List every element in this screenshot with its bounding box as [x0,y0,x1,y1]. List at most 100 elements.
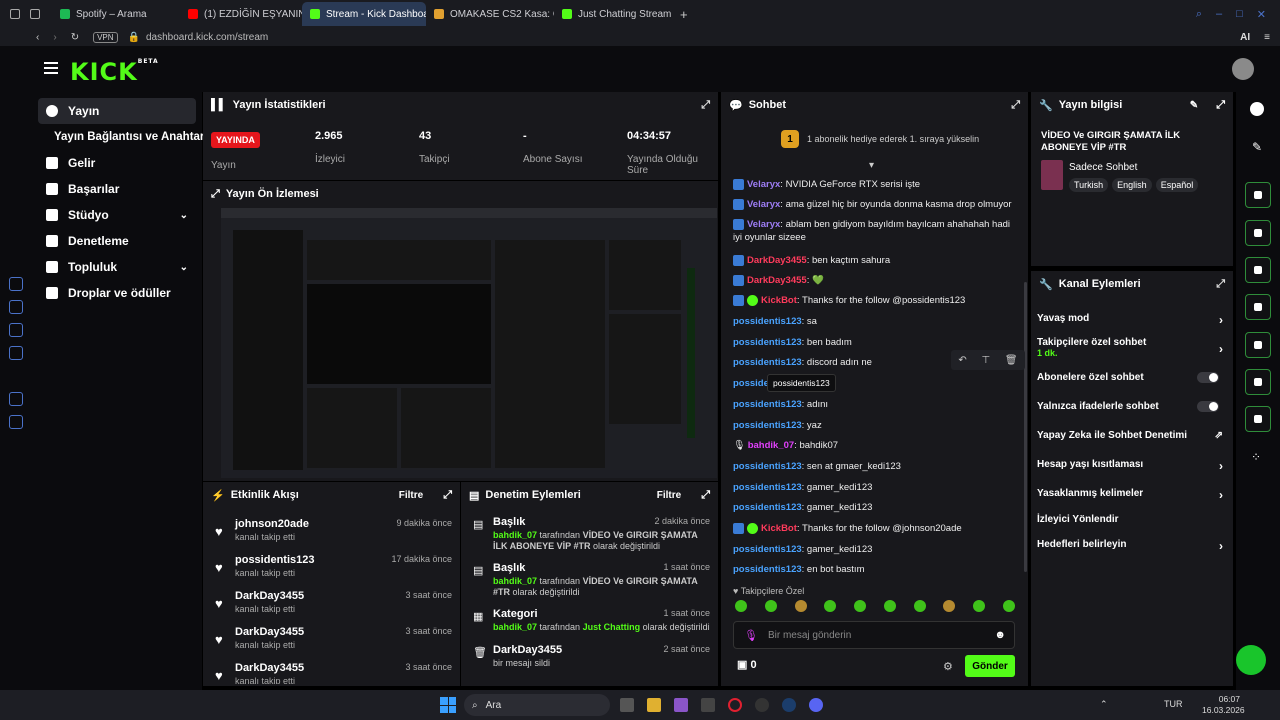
chat-message[interactable]: KickBot: Thanks for the follow @johnson2… [733,522,1013,535]
rail-icon[interactable] [9,415,23,429]
discord-icon[interactable] [809,698,823,712]
chat-scrollbar[interactable] [1024,282,1027,572]
chat-input[interactable]: 🎙 Bir mesaj gönderin ☻ [733,621,1015,649]
list-tool-icon[interactable] [1245,369,1271,395]
rail-icon[interactable] [9,323,23,337]
emote-icon[interactable] [854,600,867,612]
chat-username[interactable]: Velaryx [747,219,780,230]
chat-message[interactable]: possidentis123: sa [733,315,1013,328]
app-icon[interactable] [674,698,688,712]
chat-username[interactable]: Velaryx [747,199,780,210]
hamburger-icon[interactable] [44,62,58,74]
search-icon[interactable]: ⌕ [1196,8,1202,21]
chat-username[interactable]: bahdik_07 [748,440,794,451]
workspace-icon[interactable] [10,9,20,19]
chat-message[interactable]: Velaryx: ablam ben gidiyom bayıldım bayı… [733,218,1013,244]
chat-tool-icon[interactable] [1245,294,1271,320]
windows-start-icon[interactable] [440,697,456,713]
menu-icon[interactable]: ≡ [1264,32,1270,43]
apps-icon[interactable]: ⁘ [1251,450,1261,464]
action-goals[interactable]: Hedefleri belirleyin › [1037,539,1223,553]
expand-icon[interactable]: ⤢ [1216,99,1225,112]
filter-button[interactable]: Filtre [399,490,423,501]
rail-icon[interactable] [9,346,23,360]
chat-username[interactable]: possidentis123 [733,399,802,410]
chat-message[interactable]: 🎙 bahdik_07: bahdik07 [733,439,1013,452]
filter-button[interactable]: Filtre [657,490,681,501]
taskview-icon[interactable] [620,698,634,712]
sidebar-item-topluluk[interactable]: Topluluk ⌄ [38,254,196,280]
chat-username[interactable]: possidentis123 [733,502,802,513]
expand-icon[interactable]: ⤢ [701,99,710,112]
chat-username[interactable]: KickBot [761,523,797,534]
emote-icon[interactable] [1002,600,1015,612]
action-banned-words[interactable]: Yasaklanmış kelimeler › [1037,488,1223,502]
chat-username[interactable]: possidentis123 [733,482,802,493]
emote-icon[interactable] [764,600,777,612]
chat-username[interactable]: KickBot [761,295,797,306]
chat-message[interactable]: Velaryx: NVIDIA GeForce RTX serisi işte [733,178,1013,191]
emote-icon[interactable] [973,600,986,612]
chat-username[interactable]: possidentis123 [733,316,802,327]
sidebar-item-basarilar[interactable]: Başarılar [38,176,196,202]
edit-icon[interactable]: ✎ [1252,140,1262,154]
action-raid[interactable]: İzleyici Yönlendir [1037,514,1223,528]
maximize-icon[interactable]: □ [1236,8,1243,21]
chat-message[interactable]: possidentis123: en bot bastım [733,563,1013,576]
tab-kick-dashboard[interactable]: Stream - Kick Dashboard [302,2,426,26]
emote-icon[interactable] [913,600,926,612]
action-account-age[interactable]: Hesap yaşı kısıtlaması › [1037,459,1223,473]
chat-username[interactable]: possidentis123 [733,544,802,555]
tray-chevron-icon[interactable]: ⌃ [1100,699,1108,710]
chat-message[interactable]: possidentis123: gamer_kedi123 [733,543,1013,556]
tab-youtube[interactable]: (1) EZDİĞİN EŞYANIN [180,2,302,26]
opera-icon[interactable] [728,698,742,712]
lightning-tool-icon[interactable] [1245,220,1271,246]
sidebar-item-denetleme[interactable]: Denetleme [38,228,196,254]
rail-icon[interactable] [9,392,23,406]
pinned-goal[interactable]: 1 1 abonelik hediye ederek 1. sıraya yük… [781,130,979,148]
rail-icon[interactable] [9,300,23,314]
chat-message[interactable]: possidentis123: sen at gmaer_kedi123 [733,460,1013,473]
expand-icon[interactable]: ⤢ [1216,278,1225,291]
reply-icon[interactable]: ↶ [958,355,966,366]
action-emotes-only[interactable]: Yalnızca ifadelerle sohbet [1037,401,1223,415]
stream-preview[interactable] [221,208,717,478]
close-icon[interactable]: ✕ [1257,8,1266,21]
chat-message[interactable]: possidentis123: yaz [733,419,1013,432]
list-item[interactable]: ▤ Başlık 2 dakika önce bahdik_07 tarafından… [471,516,710,556]
vpn-badge[interactable]: VPN [93,31,118,43]
app-icon[interactable] [755,698,769,712]
points-display[interactable]: ▣ 0 [737,658,757,671]
chat-username[interactable]: possidentis123 [733,420,802,431]
list-item[interactable]: 🗑 DarkDay3455 2 saat önce bir mesajı sildi [471,644,710,674]
action-ai-moderation[interactable]: Yapay Zeka ile Sohbet Denetimi ⇗ [1037,430,1223,444]
list-item[interactable]: ♥ johnson20ade kanalı takip etti 9 dakika ö… [215,518,452,552]
chat-username[interactable]: DarkDay3455 [747,255,807,266]
new-tab-button[interactable]: + [672,7,696,22]
back-icon[interactable]: ‹ [36,32,39,43]
camera-tool-icon[interactable] [1245,182,1271,208]
chat-username[interactable]: possidentis123 [733,564,802,575]
expand-icon[interactable]: ⤢ [1011,99,1020,112]
chat-message[interactable]: possidentis123: gamer_kedi123 [733,501,1013,514]
trash-icon[interactable]: 🗑 [1005,355,1018,366]
url-field[interactable]: dashboard.kick.com/stream [146,32,268,43]
list-item[interactable]: ▤ Başlık 1 saat önce bahdik_07 tarafından V… [471,562,710,602]
chat-message[interactable]: possidentis123: ben badım [733,336,1013,349]
document-tool-icon[interactable] [1245,257,1271,283]
subscribers-only-toggle[interactable] [1197,372,1219,383]
file-explorer-icon[interactable] [647,698,661,712]
list-item[interactable]: ♥ DarkDay3455 kanalı takip etti 3 saat önce [215,626,452,660]
emote-icon[interactable] [883,600,896,612]
chat-message[interactable]: possidentis123: adını [733,398,1013,411]
aria-ai-button[interactable]: AI [1240,32,1250,43]
sidebar-item-droplar[interactable]: Droplar ve ödüller [38,280,196,306]
wrench-tool-icon[interactable] [1245,406,1271,432]
action-followers-only[interactable]: Takipçilere özel sohbet 1 dk. › [1037,337,1223,363]
chat-username[interactable]: possidentis123 [733,461,802,472]
rail-icon[interactable] [9,277,23,291]
scroll-indicator-icon[interactable]: ▾ [869,160,874,171]
chat-message[interactable]: KickBot: Thanks for the follow @possiden… [733,294,1013,307]
clock[interactable]: 06:07 16.03.2026 [1202,694,1245,716]
